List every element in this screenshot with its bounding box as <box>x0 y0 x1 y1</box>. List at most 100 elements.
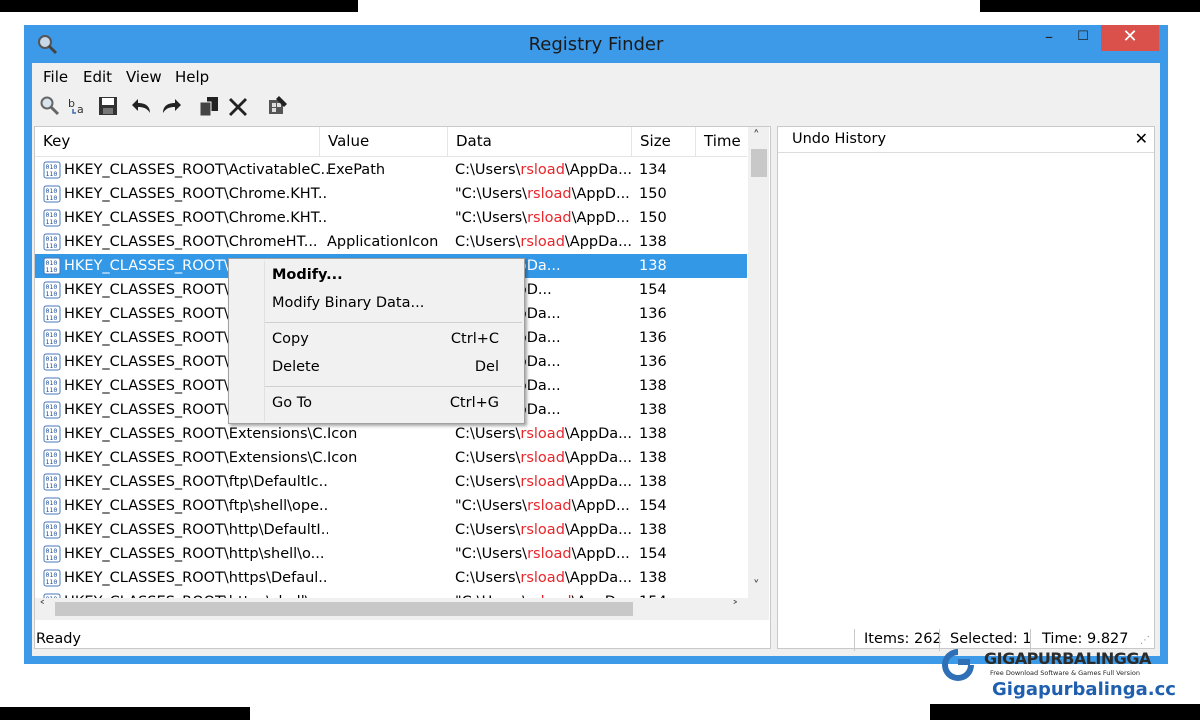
table-row[interactable]: 010 110 HKEY_CLASSES_ROOT\http\DefaultI...… <box>35 518 747 542</box>
copy-icon[interactable] <box>197 94 221 118</box>
table-row[interactable]: 010 110 HKEY_CLASSES_ROOT\Chrome.KHT... "C:… <box>35 182 747 206</box>
svg-text:110: 110 <box>46 362 58 370</box>
watermark-logo-icon <box>938 645 978 685</box>
column-data[interactable]: Data <box>448 127 632 156</box>
replace-icon[interactable]: ba <box>67 94 91 118</box>
scroll-left-icon[interactable]: ˂ <box>39 600 46 615</box>
cell-data-highlight: rsload <box>527 186 572 202</box>
context-goto[interactable]: Go To <box>272 395 312 411</box>
cell-data: C:\Users\rsload\AppDa... <box>455 470 635 494</box>
table-row[interactable]: 010110HKEY_CLASSES_ROOT\https\shell\o...… <box>35 590 747 598</box>
cell-data-prefix: "C:\Users\ <box>455 186 528 202</box>
cell-data-suffix: \AppDa... <box>564 426 632 442</box>
table-row[interactable]: 010 110 HKEY_CLASSES_ROOT\ActivatableC... E… <box>35 158 747 182</box>
cell-data-highlight: rsload <box>520 426 565 442</box>
cell-size: 138 <box>639 402 667 418</box>
cell-key: 010 110 HKEY_CLASSES_ROOT\Chrome.KHT... <box>43 206 328 230</box>
cell-value: ApplicationIcon <box>327 234 439 250</box>
svg-text:a: a <box>77 103 84 116</box>
watermark-brand: GIGAPURBALINGGA <box>984 649 1151 668</box>
scroll-up-icon[interactable]: ˄ <box>753 129 760 144</box>
table-row[interactable]: 010 110 HKEY_CLASSES_ROOT\https\Defaul... C… <box>35 566 747 590</box>
cell-key-text: HKEY_CLASSES_ROOT\http\shell\o... <box>64 546 325 562</box>
cell-value <box>327 566 452 590</box>
table-row[interactable]: 010 110 HKEY_CLASSES_ROOT\http\shell\o... "… <box>35 542 747 566</box>
undo-icon[interactable] <box>130 94 154 118</box>
cell-key-text: HKEY_CLASSES_ROOT\Chrome.KHT... <box>64 186 328 202</box>
cell-data: "C:\Users\rsload\AppD... <box>455 206 635 230</box>
context-delete[interactable]: Delete <box>272 359 320 375</box>
column-size[interactable]: Size <box>632 127 696 156</box>
cell-data: "C:\Users\rsload\AppD... <box>455 542 635 566</box>
cell-data: C:\Users\rsload\AppDa... <box>455 518 635 542</box>
context-modify-binary[interactable]: Modify Binary Data... <box>272 295 424 311</box>
cell-key-text: HKEY_CLASSES_ROOT\Chrome.KHT... <box>64 210 328 226</box>
context-copy[interactable]: Copy <box>272 331 309 347</box>
list-header: Key Value Data Size Time <box>35 127 747 157</box>
svg-text:110: 110 <box>46 314 58 322</box>
regedit-icon[interactable] <box>265 94 289 118</box>
table-row[interactable]: 010 110 HKEY_CLASSES_ROOT\Chrome.KHT... "C:… <box>35 206 747 230</box>
cell-size: 138 <box>639 474 667 490</box>
scroll-down-icon[interactable]: ˅ <box>753 579 760 594</box>
svg-text:b: b <box>68 97 75 110</box>
column-key[interactable]: Key <box>35 127 320 156</box>
maximize-button[interactable]: ☐ <box>1060 25 1106 51</box>
table-row[interactable]: 010 110 HKEY_CLASSES_ROOT\Extensions\C... I… <box>35 446 747 470</box>
bottom-left-black-bar <box>0 707 250 720</box>
cell-size: 154 <box>639 546 667 562</box>
column-time[interactable]: Time <box>696 127 748 156</box>
status-items: Items: 262 <box>864 631 942 647</box>
menu-help[interactable]: Help <box>175 68 209 86</box>
vertical-scrollbar[interactable]: ˄ ˅ <box>748 127 769 598</box>
registry-value-icon: 010110 <box>43 473 61 491</box>
table-row[interactable]: 010 110 HKEY_CLASSES_ROOT\Extensions\C... I… <box>35 422 747 446</box>
cell-data-highlight: rsload <box>520 570 565 586</box>
scroll-right-icon[interactable]: ˃ <box>732 600 739 615</box>
cell-size: 154 <box>639 498 667 514</box>
table-row[interactable]: 010 110 HKEY_CLASSES_ROOT\ftp\shell\ope...… <box>35 494 747 518</box>
redo-icon[interactable] <box>159 94 183 118</box>
registry-value-icon: 010110 <box>43 545 61 563</box>
find-icon[interactable] <box>38 94 62 118</box>
svg-text:110: 110 <box>46 434 58 442</box>
delete-icon[interactable] <box>226 94 250 118</box>
cell-data-suffix: \AppDa... <box>564 522 632 538</box>
menu-edit[interactable]: Edit <box>83 68 112 86</box>
watermark-tagline: Free Download Software & Games Full Vers… <box>990 669 1140 677</box>
table-row[interactable]: 010 110 HKEY_CLASSES_ROOT\ChromeHT... Appli… <box>35 230 747 254</box>
cell-key-text: HKEY_CLASSES_ROOT\https\Defaul... <box>64 570 328 586</box>
cell-data: C:\Users\rsload\AppDa... <box>455 158 635 182</box>
registry-value-icon: 010110 <box>43 449 61 467</box>
registry-value-icon: 010110 <box>43 377 61 395</box>
table-row[interactable]: 010 110 HKEY_CLASSES_ROOT\ftp\DefaultIc...… <box>35 470 747 494</box>
menu-view[interactable]: View <box>126 68 162 86</box>
cell-data-highlight: rsload <box>527 210 572 226</box>
undo-close-icon[interactable]: ✕ <box>1135 129 1148 148</box>
app-window: Registry Finder – ☐ ✕ File Edit View Hel… <box>24 25 1168 664</box>
cell-key-text: HKEY_CLASSES_ROOT\E <box>64 402 238 418</box>
cell-value <box>327 590 452 598</box>
svg-text:110: 110 <box>46 170 58 178</box>
context-copy-shortcut: Ctrl+C <box>450 331 499 347</box>
cell-value <box>327 206 452 230</box>
horizontal-scrollbar[interactable]: ˂ ˃ <box>35 598 769 620</box>
vertical-scroll-thumb[interactable] <box>751 149 767 177</box>
cell-size: 138 <box>639 234 667 250</box>
cell-value <box>327 494 452 518</box>
menu-file[interactable]: File <box>43 68 68 86</box>
registry-value-icon: 010110 <box>43 305 61 323</box>
horizontal-scroll-thumb[interactable] <box>55 602 633 616</box>
cell-key: 010 110 HKEY_CLASSES_ROOT\ftp\shell\ope... <box>43 494 328 518</box>
title-bar[interactable]: Registry Finder – ☐ ✕ <box>24 25 1168 63</box>
cell-data: "C:\Users\rsload\AppD... <box>455 590 635 598</box>
svg-text:110: 110 <box>46 242 58 250</box>
cell-size: 138 <box>639 522 667 538</box>
save-icon[interactable] <box>96 94 120 118</box>
cell-data-prefix: "C:\Users\ <box>455 498 528 514</box>
cell-data-suffix: \AppD... <box>571 546 630 562</box>
cell-key-text: HKEY_CLASSES_ROOT\ftp\shell\ope... <box>64 498 328 514</box>
context-modify[interactable]: Modify... <box>272 267 343 283</box>
close-button[interactable]: ✕ <box>1101 25 1159 51</box>
column-value[interactable]: Value <box>320 127 448 156</box>
